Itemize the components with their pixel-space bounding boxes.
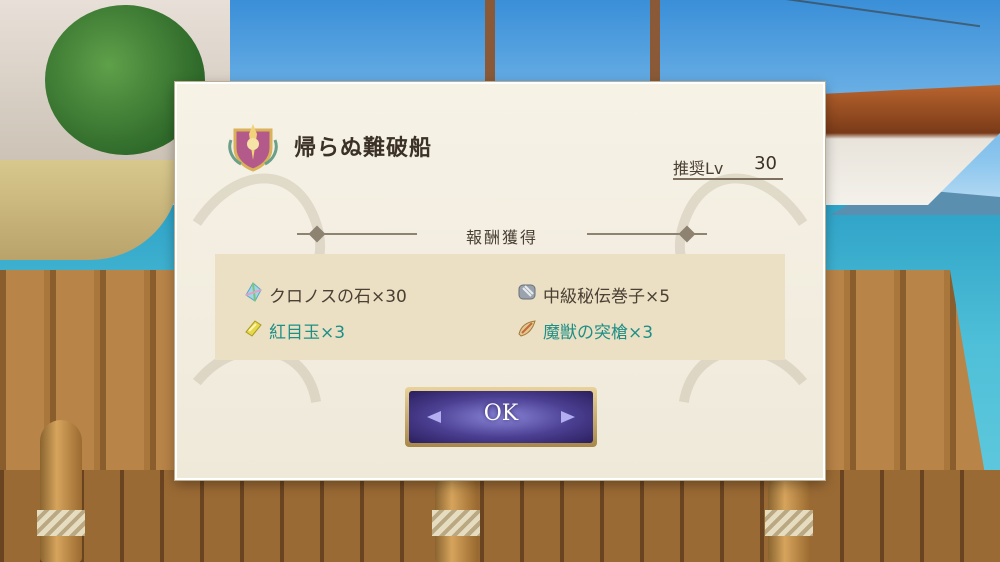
recommended-level: 推奨Lv 30	[673, 152, 783, 180]
reward-header: 報酬獲得	[297, 222, 707, 247]
recommended-level-label: 推奨Lv	[673, 159, 724, 178]
chronos-stone-icon	[245, 282, 262, 302]
reward-item-label: 魔獣の突槍×3	[543, 323, 654, 343]
reward-item-label: 中級秘伝巻子×5	[543, 287, 671, 307]
ok-button[interactable]: OK	[405, 387, 597, 447]
ok-button-label: OK	[483, 401, 519, 426]
reward-item-label: 紅目玉×3	[269, 323, 346, 343]
pier-front-planks	[0, 470, 1000, 562]
stage-title: 帰らぬ難破船	[294, 136, 433, 161]
reward-item-label: クロノスの石×30	[269, 287, 407, 307]
pier-post	[765, 470, 813, 562]
scroll-icon	[518, 284, 536, 300]
pier-post	[432, 470, 480, 562]
pier-post	[37, 420, 85, 562]
recommended-level-value: 30	[754, 153, 777, 174]
red-eye-gem-icon	[245, 320, 262, 337]
ship-flag	[485, 0, 495, 90]
beast-spear-icon	[518, 320, 536, 337]
stage-crest-icon	[228, 124, 278, 172]
ship-mast	[650, 0, 660, 90]
reward-dialog: 帰らぬ難破船 推奨Lv 30 報酬獲得 クロノスの石×30 中級秘伝巻子×5 紅…	[175, 82, 825, 480]
reward-list: クロノスの石×30 中級秘伝巻子×5 紅目玉×3 魔獣の突槍×3	[215, 254, 785, 360]
reward-header-title: 報酬獲得	[465, 228, 538, 247]
divider-right	[587, 233, 707, 235]
